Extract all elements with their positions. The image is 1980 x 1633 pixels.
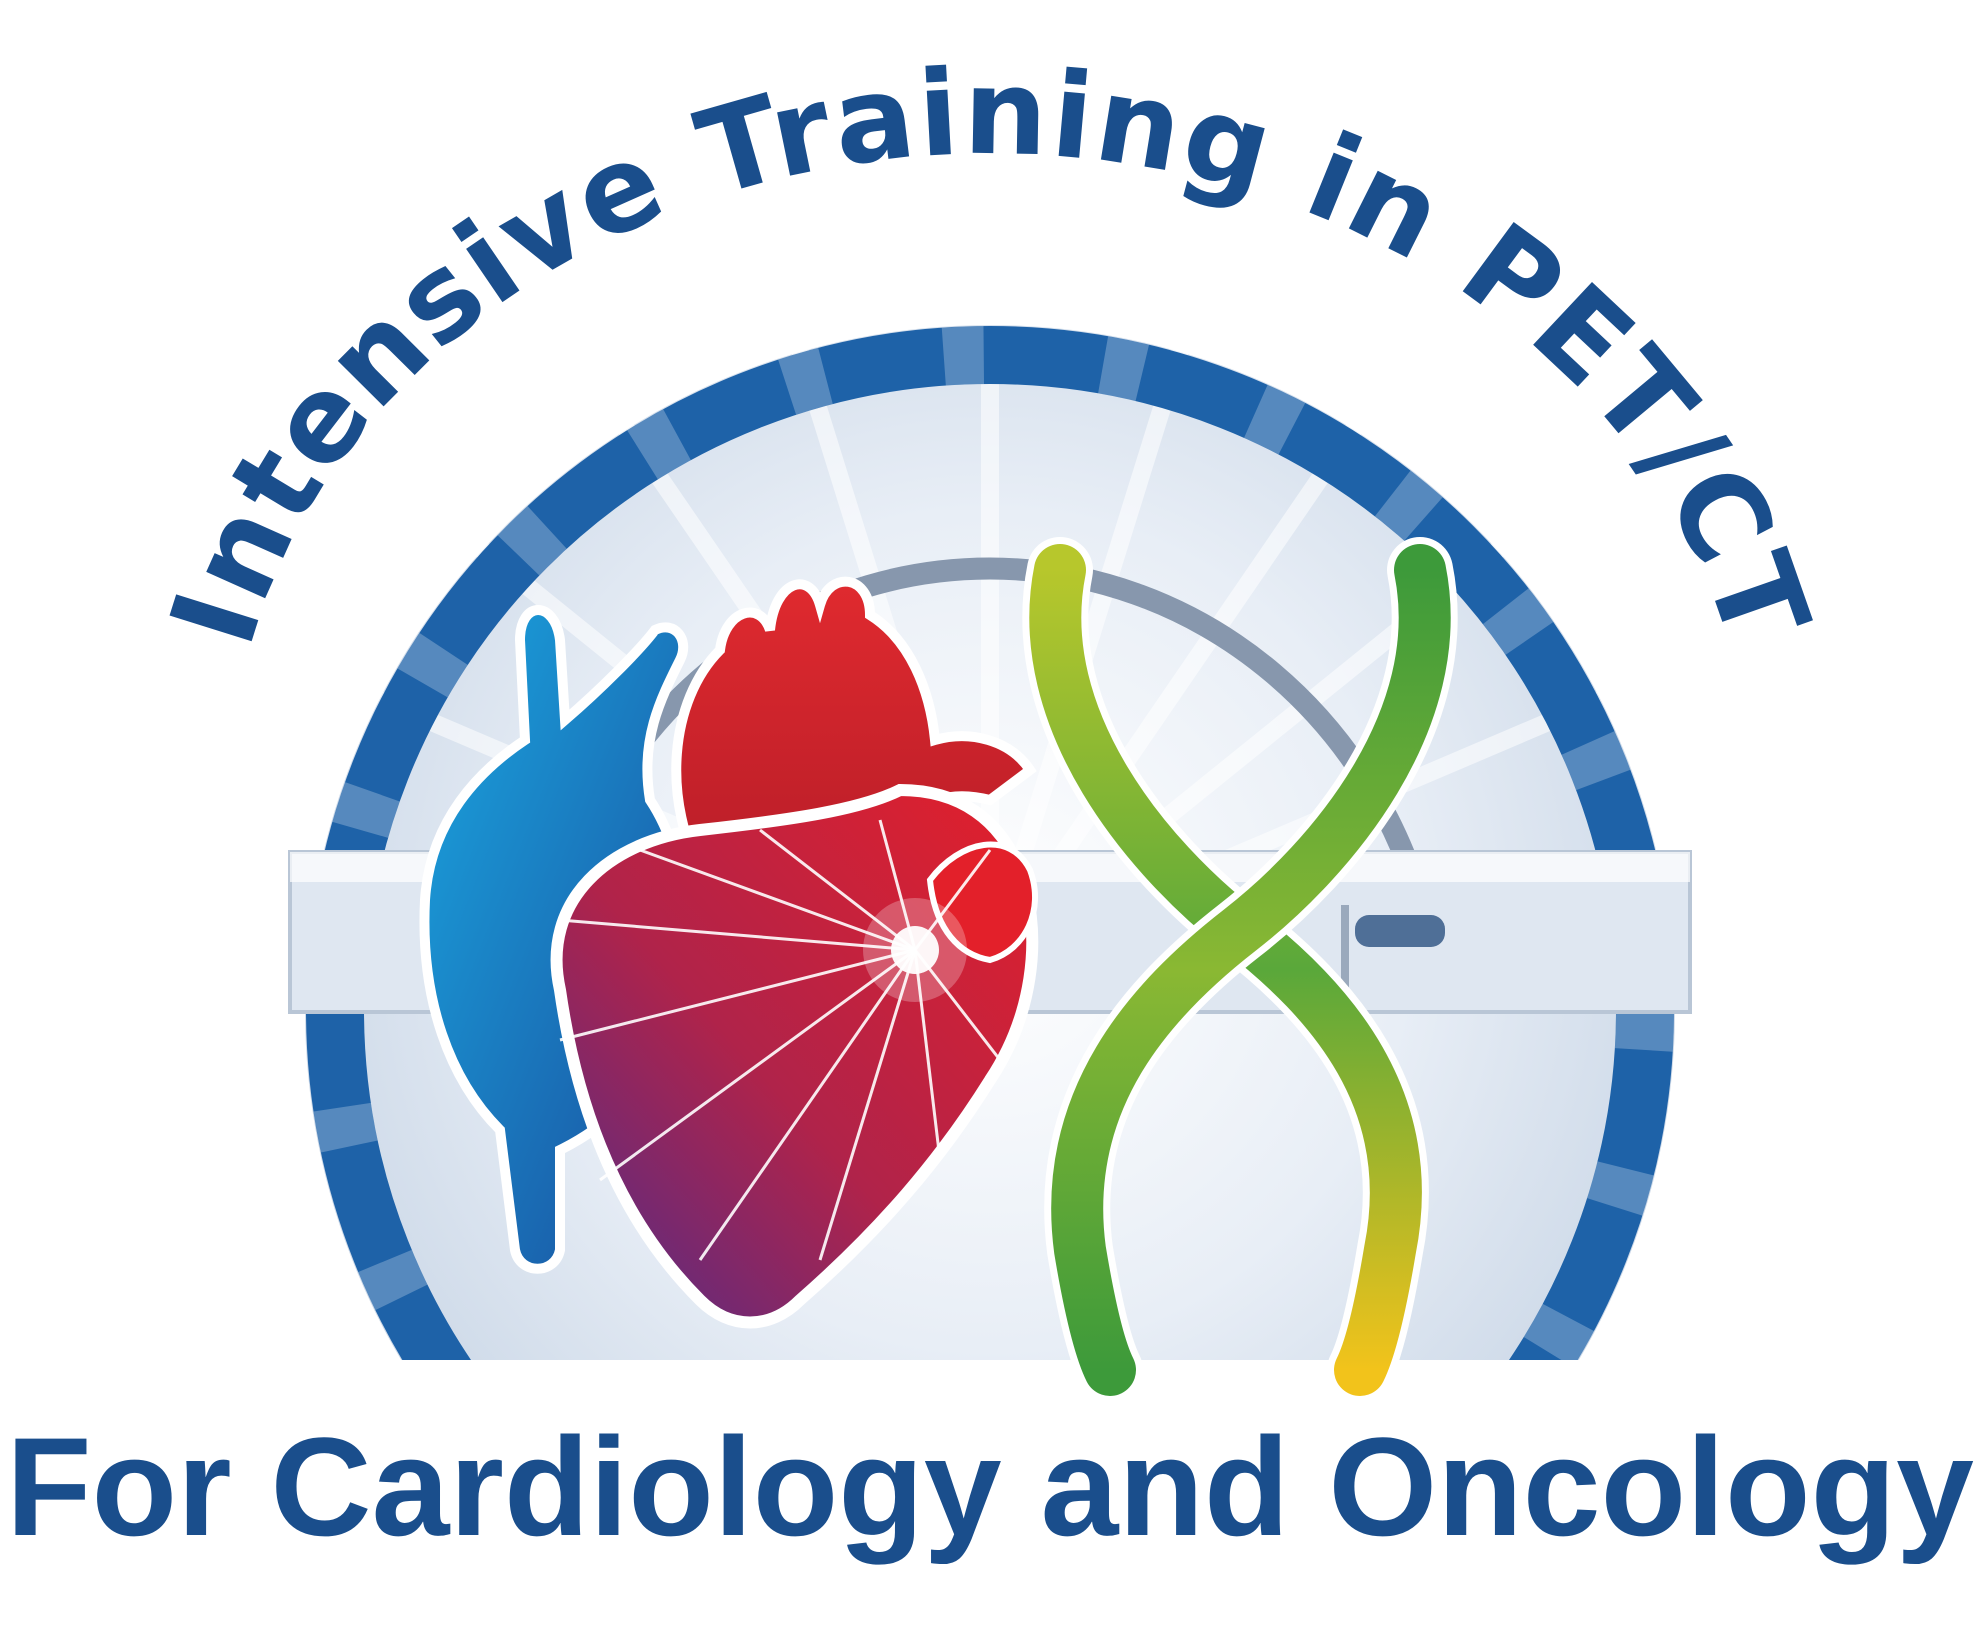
pet-ct-logo: Intensive Training in PET/CT For Cardiol… bbox=[6, 43, 1974, 1565]
logo-subtitle: For Cardiology and Oncology bbox=[6, 1408, 1974, 1565]
